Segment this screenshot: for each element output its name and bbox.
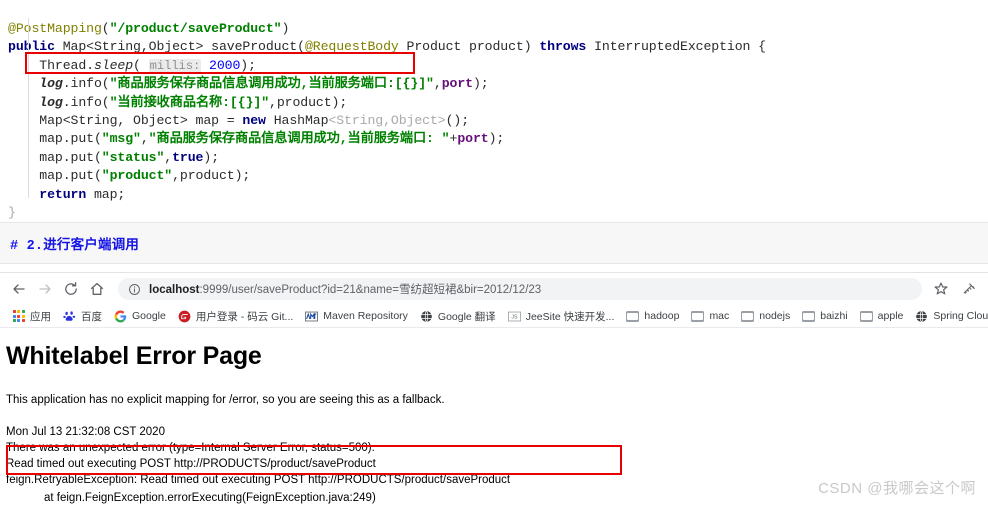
markdown-heading-text: # 2.进行客户端调用 [10, 239, 140, 254]
url-host: localhost [149, 284, 200, 296]
info-circle-icon[interactable] [128, 283, 141, 296]
extension-icon[interactable] [956, 276, 982, 302]
code-line-put-status: map.put("status",true); [8, 149, 220, 165]
bookmark-folder-hadoop[interactable]: hadoop [620, 306, 685, 326]
globe-icon [915, 309, 928, 323]
bookmark-google-translate[interactable]: Google 翻译 [414, 306, 502, 326]
code-line-log-product: log.info("当前接收商品名称:[{}]",product); [39, 94, 348, 110]
bookmark-baidu[interactable]: 百度 [57, 306, 108, 326]
folder-icon [802, 310, 816, 323]
forward-arrow-icon[interactable] [32, 276, 58, 302]
bookmark-label: mac [709, 310, 730, 322]
maven-icon [305, 310, 319, 323]
bookmark-label: apple [877, 310, 904, 322]
csdn-watermark: CSDN @我哪会这个啊 [818, 480, 976, 497]
code-line-return: return map; [39, 186, 126, 202]
folder-icon [859, 310, 873, 323]
bookmark-folder-mac[interactable]: mac [685, 306, 735, 326]
bookmark-label: Spring Cloud Netflix [933, 310, 988, 322]
url-path: :9999/user/saveProduct?id=21&name=雪纺超短裙&… [199, 284, 542, 296]
code-line-close-brace: } [8, 205, 16, 221]
reload-icon[interactable] [58, 276, 84, 302]
code-line-annotation: @PostMapping("/product/saveProduct") [8, 21, 290, 36]
bookmark-label: 应用 [30, 310, 51, 323]
folder-icon [741, 310, 755, 323]
bookmark-label: Google [132, 310, 166, 322]
error-message: Read timed out executing POST http://PRO… [6, 458, 376, 470]
bookmark-jeesite[interactable]: JS JeeSite 快速开发... [502, 306, 621, 326]
toolbar-actions [928, 276, 982, 302]
page-title: Whitelabel Error Page [6, 342, 262, 370]
bookmark-label: Maven Repository [323, 310, 408, 322]
url-text: localhost:9999/user/saveProduct?id=21&na… [149, 281, 541, 297]
js-icon: JS [507, 310, 521, 323]
java-source-code: @PostMapping("/product/saveProduct") publ… [0, 0, 988, 222]
bookmark-label: JeeSite 快速开发... [525, 310, 615, 323]
bookmark-folder-apple[interactable]: apple [854, 306, 910, 326]
gitee-icon [178, 310, 191, 323]
code-line-log-port: log.info("商品服务保存商品信息调用成功,当前服务端口:[{}]",po… [39, 76, 489, 92]
code-line-put-product: map.put("product",product); [8, 168, 251, 184]
globe-icon [420, 309, 433, 323]
bookmark-label: baizhi [820, 310, 848, 322]
bookmark-gitee[interactable]: 用户登录 - 码云 Git... [172, 306, 299, 326]
bookmark-google[interactable]: Google [108, 306, 172, 326]
bookmark-apps[interactable]: 应用 [6, 306, 57, 326]
bookmark-folder-baizhi[interactable]: baizhi [796, 306, 853, 326]
markdown-heading-band: # 2.进行客户端调用 [0, 222, 988, 264]
code-editor-panel: @PostMapping("/product/saveProduct") publ… [0, 0, 988, 220]
apps-grid-icon [12, 310, 25, 323]
code-line-signature: public Map<String,Object> saveProduct(@R… [8, 39, 766, 55]
browser-toolbar: localhost:9999/user/saveProduct?id=21&na… [0, 273, 988, 305]
bookmark-label: 用户登录 - 码云 Git... [195, 310, 294, 323]
star-icon[interactable] [928, 276, 954, 302]
bookmark-maven[interactable]: Maven Repository [299, 306, 414, 326]
folder-icon [626, 310, 640, 323]
code-line-sleep: Thread.sleep( millis: 2000); [8, 57, 256, 73]
google-icon [114, 310, 127, 323]
bookmark-label: hadoop [644, 310, 680, 322]
code-line-put-msg: map.put("msg","商品服务保存商品信息调用成功,当前服务端口: "+… [8, 131, 505, 147]
code-gutter-divider [28, 18, 29, 198]
error-status-line: There was an unexpected error (type=Inte… [6, 442, 375, 454]
bookmark-label: Google 翻译 [437, 310, 496, 323]
bookmark-label: 百度 [81, 310, 102, 323]
bookmark-label: nodejs [759, 310, 791, 322]
error-subtitle: This application has no explicit mapping… [6, 394, 445, 406]
svg-text:JS: JS [511, 314, 518, 320]
code-line-map-decl: Map<String, Object> map = new HashMap<St… [8, 113, 470, 129]
home-icon[interactable] [84, 276, 110, 302]
error-timestamp: Mon Jul 13 21:32:08 CST 2020 [6, 426, 165, 438]
baidu-icon [63, 310, 76, 323]
bookmarks-bar: 应用 百度 Google 用户登录 - 码云 Git... Maven Repo… [0, 305, 988, 328]
bookmark-folder-nodejs[interactable]: nodejs [735, 306, 796, 326]
folder-icon [691, 310, 705, 323]
back-arrow-icon[interactable] [6, 276, 32, 302]
address-bar[interactable]: localhost:9999/user/saveProduct?id=21&na… [118, 278, 922, 300]
bookmark-spring-cloud-netflix[interactable]: Spring Cloud Netflix [909, 306, 988, 326]
browser-window: localhost:9999/user/saveProduct?id=21&na… [0, 272, 988, 509]
